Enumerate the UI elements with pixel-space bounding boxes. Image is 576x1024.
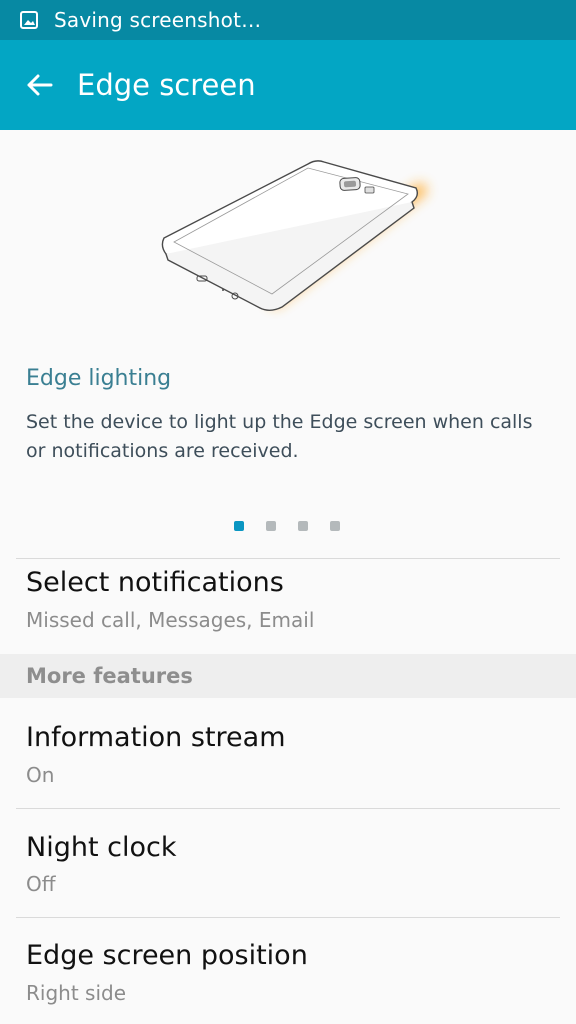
image-icon [19,10,39,30]
status-text: Saving screenshot… [54,8,262,32]
page-dot-3[interactable] [298,521,308,531]
edge-screen-position-item[interactable]: Edge screen position Right side [0,918,576,1024]
page-title: Edge screen [77,68,256,102]
information-stream-title: Information stream [26,722,286,753]
edge-lighting-illustration [150,150,440,320]
edge-screen-position-title: Edge screen position [26,940,308,971]
information-stream-item[interactable]: Information stream On [0,698,576,808]
select-notifications-title: Select notifications [26,567,284,598]
select-notifications-item[interactable]: Select notifications Missed call, Messag… [0,559,576,654]
page-dot-2[interactable] [266,521,276,531]
edge-lighting-title: Edge lighting [26,366,172,391]
night-clock-title: Night clock [26,832,177,863]
night-clock-item[interactable]: Night clock Off [0,809,576,917]
night-clock-summary: Off [26,872,56,896]
information-stream-summary: On [26,763,55,787]
section-header: More features [0,654,576,698]
section-header-label: More features [26,664,193,688]
page-dot-1[interactable] [234,521,244,531]
edge-lighting-description: Set the device to light up the Edge scre… [26,411,533,462]
edge-screen-position-summary: Right side [26,981,126,1005]
app-bar: Edge screen [0,40,576,130]
page-dot-4[interactable] [330,521,340,531]
status-bar: Saving screenshot… [0,0,576,40]
page-indicator [234,521,340,531]
back-arrow-icon[interactable] [22,68,56,102]
select-notifications-summary: Missed call, Messages, Email [26,608,315,632]
